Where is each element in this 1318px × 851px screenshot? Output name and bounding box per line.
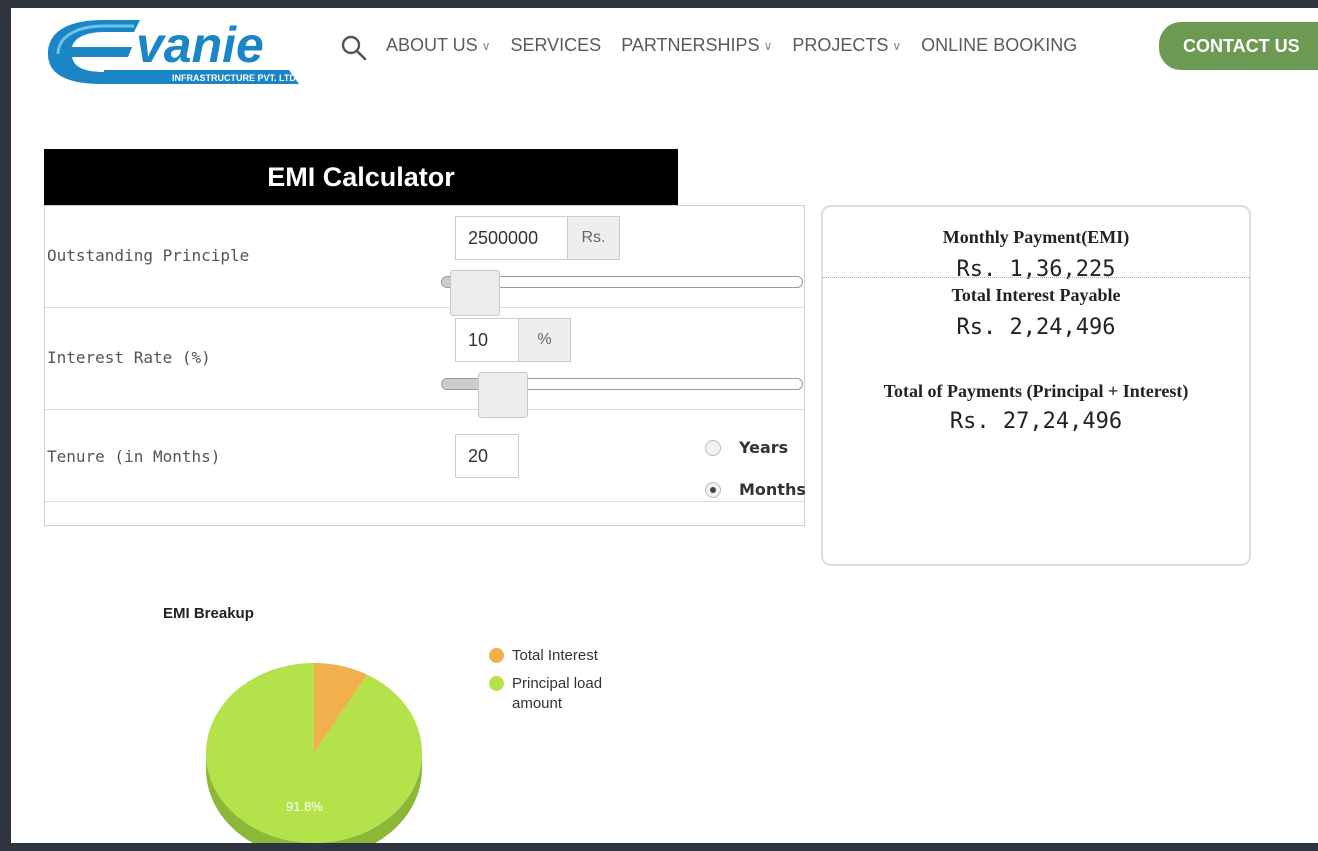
logo-text: vanie [136,17,264,73]
interest-label: Total Interest Payable [951,285,1121,305]
evanie-logo: vanie INFRASTRUCTURE PVT. LTD. [48,17,299,84]
chevron-down-icon: ∨ [481,38,491,53]
radio-years[interactable]: Years [705,438,788,457]
radio-years-button[interactable] [705,439,721,456]
pie-data-label: 91.8% [286,799,323,814]
rate-input-group: 10 % [455,318,571,362]
radio-months-label: Months [739,480,806,499]
rate-unit: % [519,318,571,362]
tenure-input[interactable]: 20 [455,434,519,478]
nav-label: SERVICES [510,35,602,55]
legend-label: Total Interest [512,647,598,664]
nav-label: PARTNERSHIPS [621,35,760,55]
nav-label: ABOUT US [386,35,478,55]
rate-label: Interest Rate (%) [47,348,211,367]
background-frame [0,843,1318,851]
calculator-form: Outstanding Principle 2500000 Rs. Intere… [44,205,806,526]
chart-title: EMI Breakup [163,605,254,622]
legend-item-0[interactable]: Total Interest [489,646,622,666]
nav-partnerships[interactable]: PARTNERSHIPS ∨ [621,35,772,56]
pie-slice-1[interactable] [205,663,422,843]
tenure-label: Tenure (in Months) [47,447,221,466]
interest-value: Rs. 2,24,496 [956,315,1116,340]
emi-value: Rs. 1,36,225 [956,257,1116,282]
rate-input[interactable]: 10 [455,318,519,362]
contact-us-button[interactable]: CONTACT US [1159,22,1318,70]
legend-swatch [489,676,504,691]
divider [823,277,1249,278]
nav-online-booking[interactable]: ONLINE BOOKING [921,35,1077,56]
legend-item-1[interactable]: Principal load amount [489,674,622,714]
radio-years-label: Years [739,438,789,457]
background-frame [0,0,594,8]
principal-input-group: 2500000 Rs. [455,216,620,260]
principal-input[interactable]: 2500000 [455,216,568,260]
principal-row: Outstanding Principle 2500000 Rs. [45,206,804,316]
page: vanie INFRASTRUCTURE PVT. LTD. ABOUT US … [11,8,1318,843]
radio-months-button[interactable] [705,481,721,498]
search-icon[interactable] [341,35,367,61]
nav-about-us[interactable]: ABOUT US ∨ [386,35,490,56]
principal-unit: Rs. [568,216,620,260]
chart-legend: Total Interest Principal load amount [489,646,622,722]
rate-row: Interest Rate (%) 10 % [45,308,804,418]
nav-label: ONLINE BOOKING [921,35,1078,55]
main-nav: ABOUT US ∨ SERVICES PARTNERSHIPS ∨ PROJE… [386,35,1097,56]
results-panel: Monthly Payment(EMI) Rs. 1,36,225 Total … [821,205,1251,566]
nav-services[interactable]: SERVICES [510,35,601,56]
chevron-down-icon: ∨ [892,38,902,53]
nav-projects[interactable]: PROJECTS ∨ [792,35,901,56]
chevron-down-icon: ∨ [763,38,773,53]
principal-label: Outstanding Principle [47,246,250,265]
tenure-row: Tenure (in Months) 20 Years Months [45,410,806,502]
calculator-title: EMI Calculator [44,149,678,205]
radio-months[interactable]: Months [705,480,806,499]
tenure-input-group: 20 [455,434,519,478]
legend-label: Principal load amount [512,675,603,712]
emi-label: Monthly Payment(EMI) [942,227,1130,247]
emi-pie-chart: 91.8% [205,663,422,843]
nav-label: PROJECTS [792,35,889,55]
legend-swatch [489,648,504,663]
total-label: Total of Payments (Principal + Interest) [883,381,1189,401]
total-value: Rs. 27,24,496 [949,409,1123,434]
logo-subtitle: INFRASTRUCTURE PVT. LTD. [172,73,298,83]
